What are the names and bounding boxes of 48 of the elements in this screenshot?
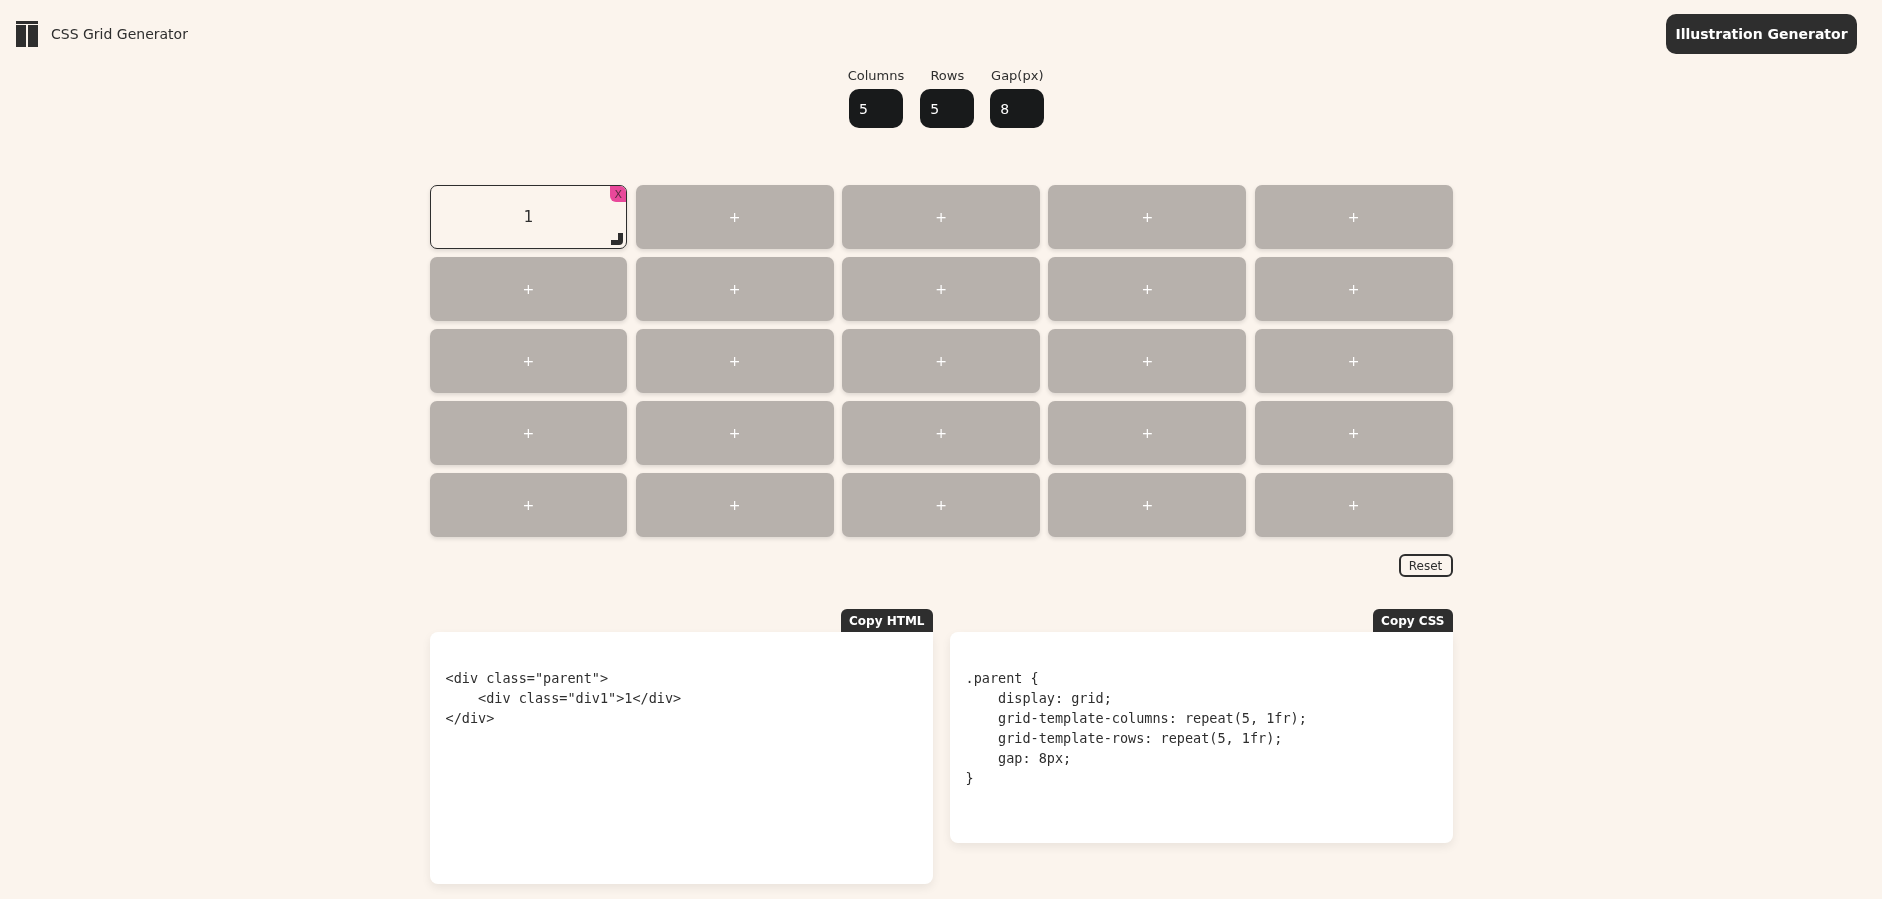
code-line: grid-template-rows: repeat(5, 1fr); — [997, 729, 1283, 748]
grid-logo-icon — [16, 21, 38, 47]
add-cell-button[interactable]: + — [1254, 401, 1453, 465]
illustration-generator-button[interactable]: Illustration Generator — [1666, 14, 1857, 54]
copy-button[interactable]: Copy CSS — [1373, 609, 1453, 632]
number-field[interactable]: 8 — [990, 89, 1045, 128]
setting-label: Columns — [847, 68, 905, 83]
code-line: gap: 8px; — [997, 749, 1072, 768]
add-cell-button[interactable]: + — [842, 473, 1040, 537]
add-cell-button[interactable]: + — [842, 329, 1040, 393]
add-cell-button[interactable]: + — [429, 401, 628, 465]
resize-handle-icon[interactable] — [611, 233, 624, 245]
add-cell-button[interactable]: + — [1254, 329, 1453, 393]
add-cell-button[interactable]: + — [842, 185, 1040, 249]
reset-button[interactable]: Reset — [1398, 554, 1453, 577]
add-cell-button[interactable]: + — [635, 257, 834, 321]
number-field[interactable]: 5 — [920, 89, 975, 128]
add-cell-button[interactable]: + — [635, 329, 834, 393]
add-cell-button[interactable]: + — [842, 401, 1040, 465]
code-line: <div class="parent"> — [445, 669, 609, 688]
add-cell-button[interactable]: + — [1048, 401, 1247, 465]
add-cell-button[interactable]: + — [1254, 473, 1453, 537]
copy-button[interactable]: Copy HTML — [841, 609, 933, 632]
setting-label: Rows — [930, 68, 965, 83]
code-line: } — [965, 769, 974, 788]
setting-label: Gap(px) — [991, 68, 1044, 83]
add-cell-button[interactable]: + — [842, 257, 1040, 321]
add-cell-button[interactable]: + — [635, 401, 834, 465]
number-field[interactable]: 5 — [849, 89, 903, 128]
add-cell-button[interactable]: + — [1254, 185, 1453, 249]
code-line: grid-template-columns: repeat(5, 1fr); — [997, 709, 1307, 728]
add-cell-button[interactable]: + — [1048, 185, 1247, 249]
code-line: <div class="div1">1</div> — [477, 689, 682, 708]
add-cell-button[interactable]: + — [429, 473, 628, 537]
remove-button[interactable]: X — [610, 186, 627, 202]
add-cell-button[interactable]: + — [1048, 329, 1247, 393]
code-line: display: grid; — [997, 689, 1112, 708]
add-cell-button[interactable]: + — [1048, 257, 1247, 321]
add-cell-button[interactable]: + — [635, 185, 834, 249]
app-title: CSS Grid Generator — [51, 26, 188, 42]
add-cell-button[interactable]: + — [1254, 257, 1453, 321]
code-line: .parent { — [965, 669, 1039, 688]
code-line: </div> — [445, 709, 495, 728]
add-cell-button[interactable]: + — [635, 473, 834, 537]
add-cell-button[interactable]: + — [429, 257, 628, 321]
add-cell-button[interactable]: + — [429, 329, 628, 393]
grid-item[interactable]: 1 X — [429, 185, 628, 249]
add-cell-button[interactable]: + — [1048, 473, 1247, 537]
